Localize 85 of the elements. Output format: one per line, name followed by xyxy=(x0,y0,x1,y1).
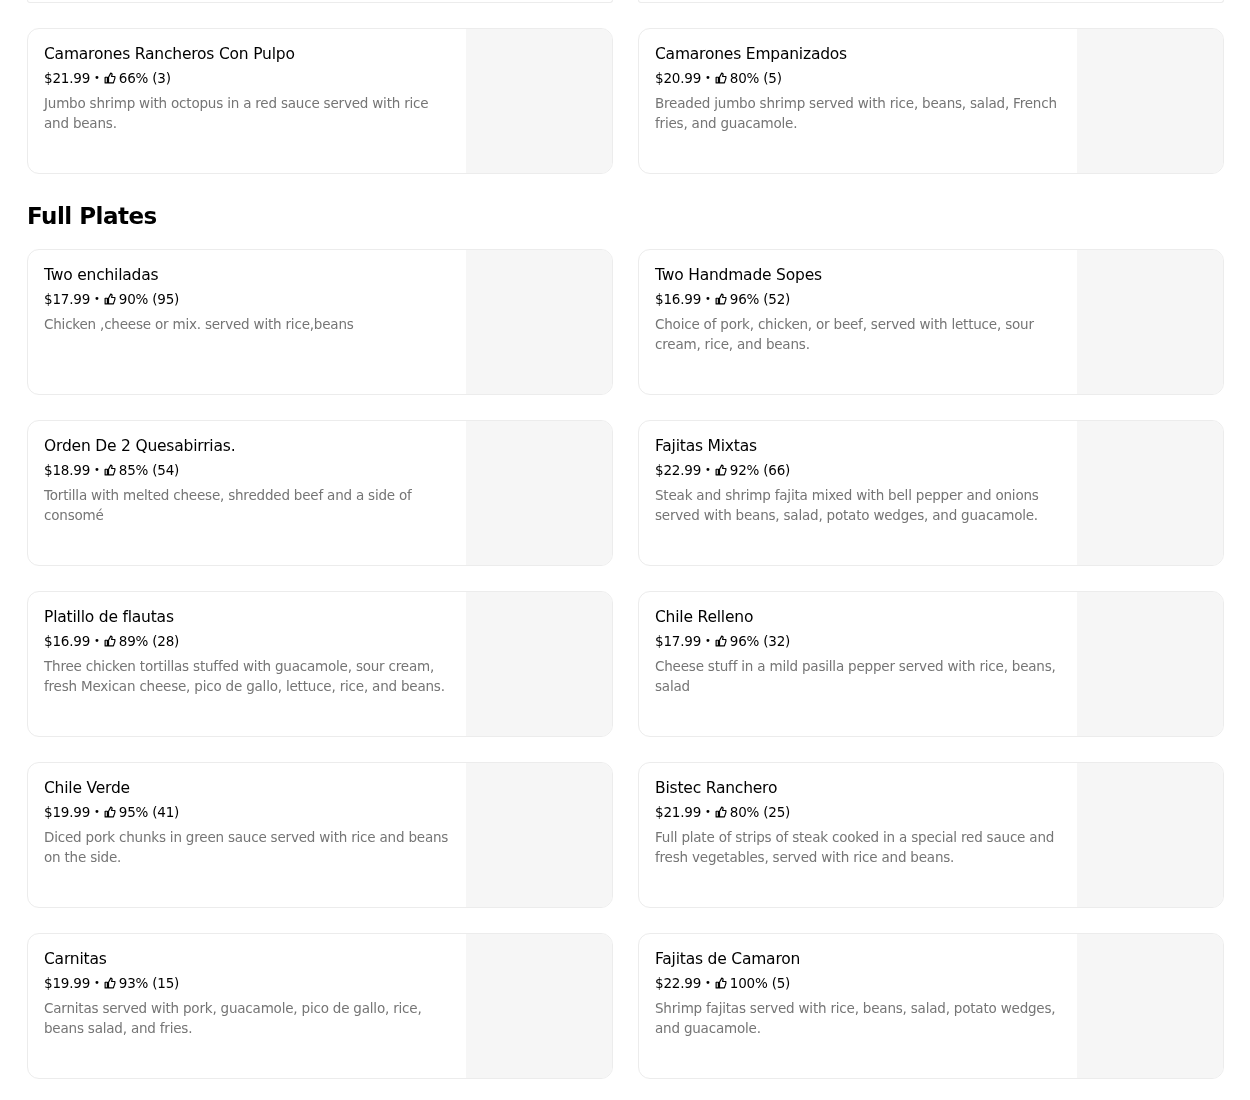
item-description: Carnitas served with pork, guacamole, pico de gallo, rice, beans salad, and fries. xyxy=(44,999,423,1038)
separator-dot: • xyxy=(705,805,711,819)
item-price: $22.99 xyxy=(655,974,702,992)
item-name: Two Handmade Sopes xyxy=(655,265,823,285)
menu-item-card[interactable]: Camarones Rancheros Con Pulpo $21.99 • 66% (3) Jumbo shrimp with octopus in a red sauce served with rice and beans. xyxy=(27,28,613,174)
item-description: Diced pork chunks in green sauce served with rice and beans on the side. xyxy=(44,828,450,867)
item-description: Three chicken tortillas stuffed with guacamole, sour cream, fresh Mexican cheese, pico de gallo, lettuce, rice, and beans. xyxy=(44,657,446,696)
item-price: $17.99 xyxy=(655,632,702,650)
thumbs-up-icon xyxy=(103,464,116,476)
thumbs-up-icon xyxy=(103,72,116,84)
separator-dot: • xyxy=(94,976,100,990)
item-price: $16.99 xyxy=(655,290,702,308)
item-name: Bistec Ranchero xyxy=(655,778,779,798)
thumbs-up-icon xyxy=(103,977,116,989)
menu-item-card[interactable]: Fajitas de Camaron $22.99 • 100% (5) Shrimp fajitas served with rice, beans, salad, potato wedges, and guacamole. xyxy=(638,933,1224,1079)
thumbs-up-icon xyxy=(714,72,727,84)
item-description: Choice of pork, chicken, or beef, served with lettuce, sour cream, rice, and beans. xyxy=(655,315,1035,354)
item-rating: 92% (66) xyxy=(729,461,791,479)
item-name: Camarones Empanizados xyxy=(655,44,848,64)
menu-item-card[interactable]: Bistec Ranchero $21.99 • 80% (25) Full plate of strips of steak cooked in a special red sauce and fresh vegetables, served with rice and beans. xyxy=(638,762,1224,908)
separator-dot: • xyxy=(94,292,100,306)
item-rating: 89% (28) xyxy=(118,632,180,650)
thumbs-up-icon xyxy=(714,464,727,476)
thumbs-up-icon xyxy=(714,977,727,989)
item-description: Shrimp fajitas served with rice, beans, salad, potato wedges, and guacamole. xyxy=(655,999,1057,1038)
thumbs-up-icon xyxy=(103,635,116,647)
separator-dot: • xyxy=(94,634,100,648)
thumbs-up-icon xyxy=(714,635,727,647)
item-price: $16.99 xyxy=(44,632,91,650)
item-rating: 80% (5) xyxy=(729,69,782,87)
item-name: Chile Verde xyxy=(44,778,131,798)
item-description: Chicken ,cheese or mix. served with rice,beans xyxy=(44,315,355,334)
thumbs-up-icon xyxy=(714,806,727,818)
item-name: Camarones Rancheros Con Pulpo xyxy=(44,44,296,64)
item-description: Full plate of strips of steak cooked in a special red sauce and fresh vegetables, served with rice and beans. xyxy=(655,828,1056,867)
thumbs-up-icon xyxy=(103,806,116,818)
menu-item-card[interactable]: Fajitas Mixtas $22.99 • 92% (66) Steak and shrimp fajita mixed with bell pepper and onions served with beans, salad, potato wedges, and guacamole. xyxy=(638,420,1224,566)
menu-item-card[interactable]: Carnitas $19.99 • 93% (15) Carnitas served with pork, guacamole, pico de gallo, rice, beans salad, and fries. xyxy=(27,933,613,1079)
item-price: $21.99 xyxy=(655,803,702,821)
thumbs-up-icon xyxy=(103,293,116,305)
item-name: Fajitas Mixtas xyxy=(655,436,758,456)
item-price: $19.99 xyxy=(44,974,91,992)
item-price: $20.99 xyxy=(655,69,702,87)
separator-dot: • xyxy=(705,71,711,85)
separator-dot: • xyxy=(94,463,100,477)
item-price: $17.99 xyxy=(44,290,91,308)
item-price: $19.99 xyxy=(44,803,91,821)
separator-dot: • xyxy=(705,976,711,990)
item-rating: 85% (54) xyxy=(118,461,180,479)
item-rating: 95% (41) xyxy=(118,803,180,821)
item-name: Fajitas de Camaron xyxy=(655,949,802,969)
item-rating: 100% (5) xyxy=(729,974,791,992)
separator-dot: • xyxy=(705,463,711,477)
separator-dot: • xyxy=(705,634,711,648)
menu-item-card[interactable]: Two Handmade Sopes $16.99 • 96% (52) Choice of pork, chicken, or beef, served with lettuce, sour cream, rice, and beans. xyxy=(638,249,1224,395)
item-name: Orden De 2 Quesabirrias. xyxy=(44,436,237,456)
item-rating: 66% (3) xyxy=(118,69,171,87)
item-name: Platillo de flautas xyxy=(44,607,175,627)
menu-item-card[interactable]: Orden De 2 Quesabirrias. $18.99 • 85% (54) Tortilla with melted cheese, shredded beef and a side of consomé xyxy=(27,420,613,566)
item-description: Tortilla with melted cheese, shredded beef and a side of consomé xyxy=(44,486,413,525)
item-price: $21.99 xyxy=(44,69,91,87)
item-name: Two enchiladas xyxy=(44,265,160,285)
item-rating: 90% (95) xyxy=(118,290,180,308)
separator-dot: • xyxy=(94,71,100,85)
item-rating: 80% (25) xyxy=(729,803,791,821)
menu-item-card[interactable]: Chile Relleno $17.99 • 96% (32) Cheese stuff in a mild pasilla pepper served with rice, beans, salad xyxy=(638,591,1224,737)
menu-item-card[interactable]: Camarones Empanizados $20.99 • 80% (5) Breaded jumbo shrimp served with rice, beans, salad, French fries, and guacamole. xyxy=(638,28,1224,174)
item-rating: 96% (32) xyxy=(729,632,791,650)
item-rating: 93% (15) xyxy=(118,974,180,992)
item-name: Chile Relleno xyxy=(655,607,755,627)
item-description: Breaded jumbo shrimp served with rice, beans, salad, French fries, and guacamole. xyxy=(655,94,1058,133)
item-price: $22.99 xyxy=(655,461,702,479)
item-description: Jumbo shrimp with octopus in a red sauce served with rice and beans. xyxy=(44,94,430,133)
item-rating: 96% (52) xyxy=(729,290,791,308)
menu-item-card[interactable]: Two enchiladas $17.99 • 90% (95) Chicken ,cheese or mix. served with rice,beans xyxy=(27,249,613,395)
separator-dot: • xyxy=(94,805,100,819)
item-description: Cheese stuff in a mild pasilla pepper served with rice, beans, salad xyxy=(655,657,1057,696)
menu-item-card[interactable]: Platillo de flautas $16.99 • 89% (28) Three chicken tortillas stuffed with guacamole, sour cream, fresh Mexican cheese, pico de gallo, lettuce, rice, and beans. xyxy=(27,591,613,737)
section-heading: Full Plates xyxy=(27,202,158,231)
menu-item-card[interactable]: Chile Verde $19.99 • 95% (41) Diced pork chunks in green sauce served with rice and beans on the side. xyxy=(27,762,613,908)
thumbs-up-icon xyxy=(714,293,727,305)
item-name: Carnitas xyxy=(44,949,108,969)
item-price: $18.99 xyxy=(44,461,91,479)
item-description: Steak and shrimp fajita mixed with bell pepper and onions served with beans, salad, potato wedges, and guacamole. xyxy=(655,486,1040,525)
separator-dot: • xyxy=(705,292,711,306)
